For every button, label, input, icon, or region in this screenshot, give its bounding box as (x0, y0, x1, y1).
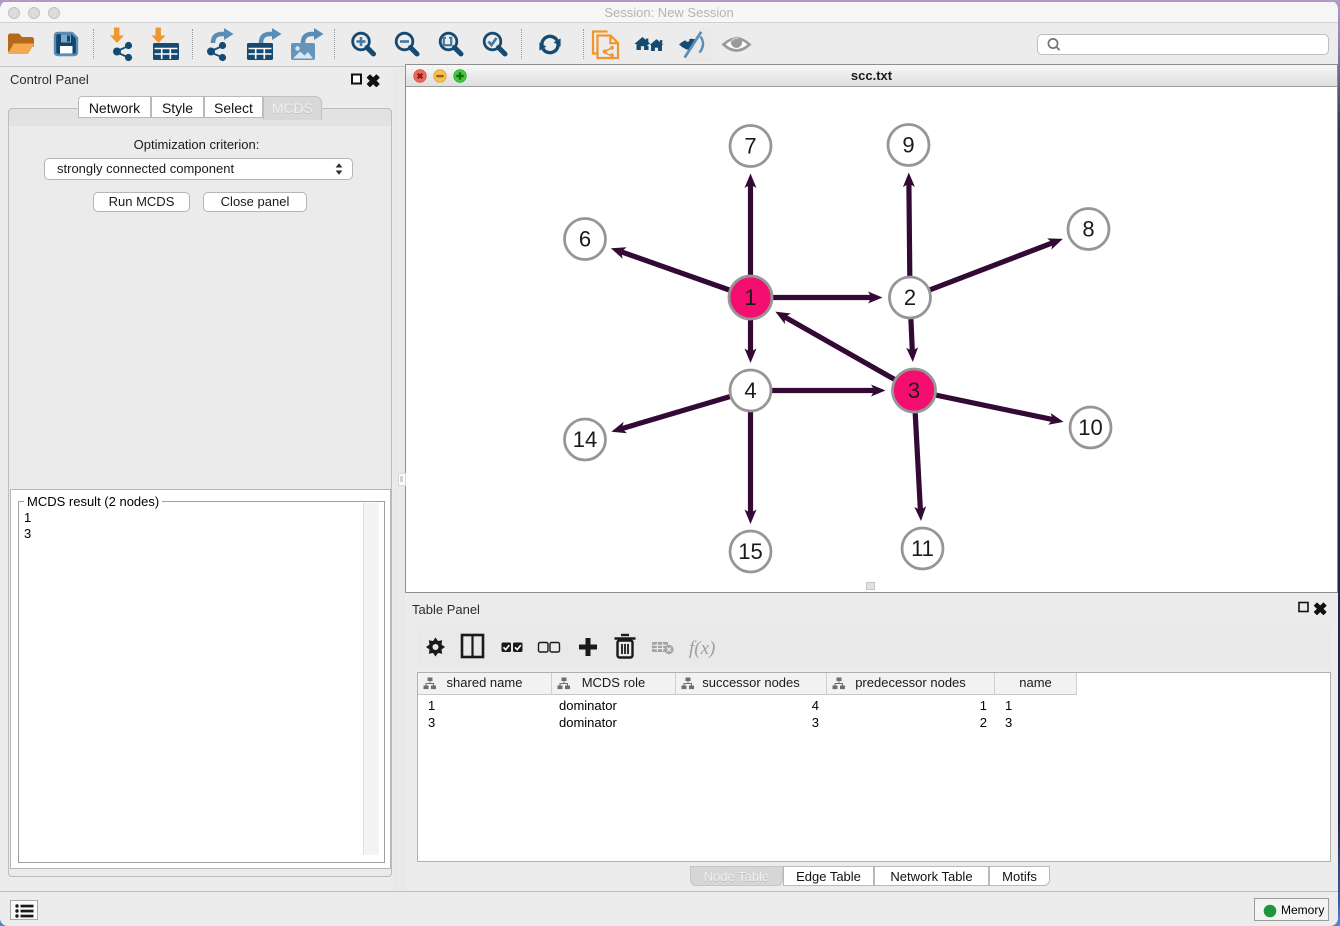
svg-text:4: 4 (744, 378, 756, 403)
svg-text:7: 7 (744, 134, 756, 159)
svg-text:9: 9 (902, 133, 914, 158)
svg-text:f(x): f(x) (689, 638, 715, 659)
svg-text:14: 14 (573, 427, 597, 452)
svg-text:6: 6 (579, 227, 591, 252)
svg-text:3: 3 (908, 378, 920, 403)
svg-text:2: 2 (904, 285, 916, 310)
svg-text:15: 15 (738, 539, 762, 564)
svg-text:11: 11 (911, 536, 934, 561)
svg-text:8: 8 (1082, 217, 1094, 242)
svg-text:10: 10 (1078, 415, 1102, 440)
svg-text:1: 1 (744, 285, 756, 310)
